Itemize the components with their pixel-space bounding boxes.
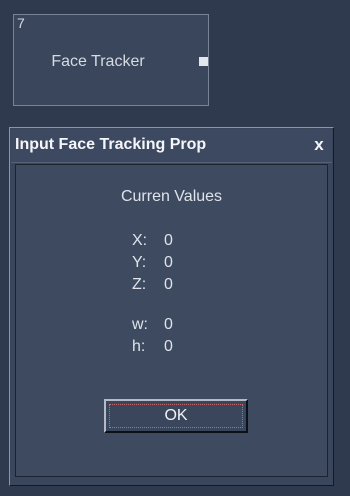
value-label: Y: <box>132 254 147 271</box>
dialog-body: Curren Values X: 0 Y: 0 Z: 0 w: 0 h: 0 OK <box>15 164 328 477</box>
value-number: 0 <box>164 254 173 271</box>
value-row-z: Z: 0 <box>132 275 173 295</box>
value-label: X: <box>132 232 148 249</box>
value-label: w: <box>132 316 148 333</box>
value-row-w: w: 0 <box>132 315 173 335</box>
value-number: 0 <box>164 338 173 355</box>
properties-dialog: Input Face Tracking Prop x Curren Values… <box>9 127 334 486</box>
node-title: Face Tracker <box>51 53 145 70</box>
value-number: 0 <box>164 232 173 249</box>
ok-button[interactable]: OK <box>104 399 248 433</box>
close-button[interactable]: x <box>307 135 331 155</box>
node-id: 7 <box>17 15 25 31</box>
value-row-y: Y: 0 <box>132 253 173 273</box>
face-tracker-node[interactable]: 7 Face Tracker <box>13 14 209 106</box>
value-label: Z: <box>132 276 147 293</box>
value-row-x: X: 0 <box>132 231 173 251</box>
value-row-h: h: 0 <box>132 337 173 357</box>
dialog-titlebar[interactable]: Input Face Tracking Prop x <box>11 129 332 163</box>
ok-button-label: OK <box>109 404 243 428</box>
dialog-title: Input Face Tracking Prop <box>15 136 207 153</box>
output-port[interactable] <box>199 57 208 66</box>
value-number: 0 <box>164 276 173 293</box>
value-number: 0 <box>164 316 173 333</box>
value-label: h: <box>132 338 146 355</box>
values-heading: Curren Values <box>120 188 223 205</box>
